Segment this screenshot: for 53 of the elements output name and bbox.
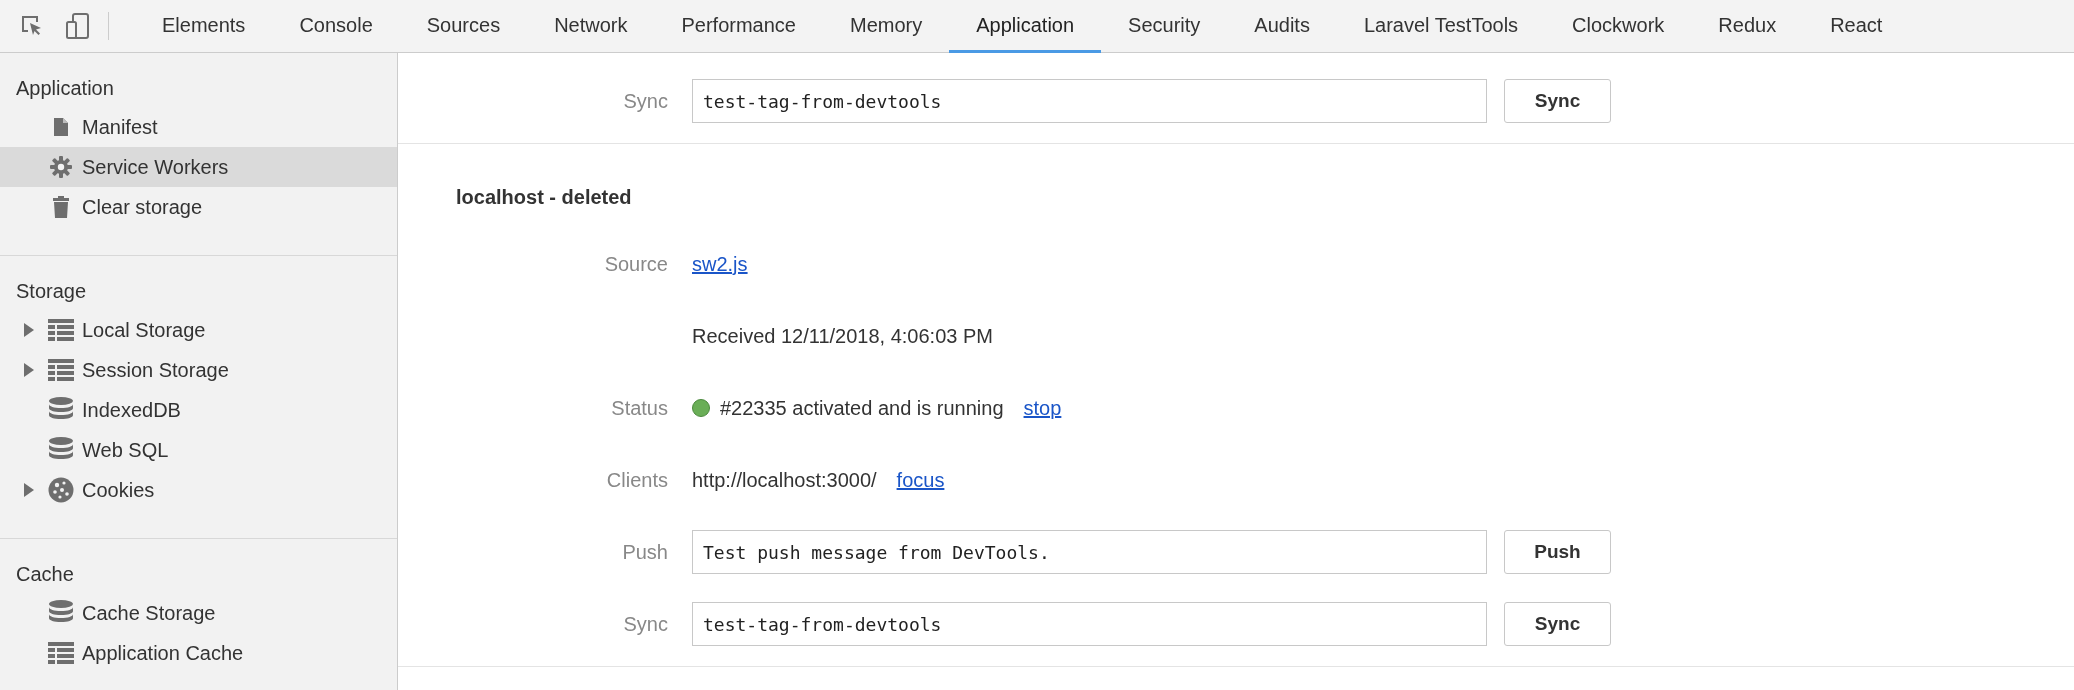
panel-tab[interactable]: Redux — [1691, 0, 1804, 53]
worker-title: localhost - deleted — [455, 185, 633, 210]
field-label: Sync — [623, 612, 668, 635]
input-field[interactable]: test-tag-from-devtools — [692, 602, 1487, 646]
grid-icon — [48, 319, 74, 341]
grid-icon — [48, 359, 74, 381]
panel-tab[interactable]: Sources — [399, 0, 528, 53]
panel-tab[interactable]: Audits — [1227, 0, 1337, 53]
field-label: Source — [604, 252, 668, 275]
panel-tab[interactable]: Laravel TestTools — [1336, 0, 1546, 53]
section-heading: Cache — [15, 562, 75, 587]
stop-link[interactable]: stop — [1023, 396, 1062, 420]
sidebar-item[interactable]: Service Workers — [0, 147, 397, 187]
settings-icon — [50, 156, 72, 178]
panel-tab[interactable]: Console — [272, 0, 400, 53]
field-label: Status — [611, 396, 668, 419]
client-url: http://localhost:3000/ — [692, 468, 877, 492]
panel-tab[interactable]: Memory — [823, 0, 950, 53]
panel-tab[interactable]: Performance — [654, 0, 823, 53]
trash-icon — [52, 196, 70, 218]
action-button[interactable]: Sync — [1504, 79, 1611, 123]
file-icon — [53, 117, 69, 137]
sidebar-item[interactable]: Cookies — [0, 470, 397, 510]
action-button[interactable]: Push — [1504, 530, 1611, 574]
field-label: Push — [622, 540, 668, 563]
section-heading: Storage — [15, 279, 88, 304]
sidebar-item[interactable]: Web SQL — [0, 430, 397, 470]
panel-tab[interactable]: Application — [949, 0, 1102, 53]
section-heading: Application — [15, 76, 115, 101]
input-field[interactable]: test-tag-from-devtools — [692, 79, 1487, 123]
sidebar-item[interactable]: Application Cache — [0, 633, 397, 673]
device-icon[interactable] — [66, 13, 90, 39]
cookie-icon — [48, 477, 74, 503]
field-label: Clients — [606, 468, 668, 491]
sidebar-item[interactable]: Clear storage — [0, 187, 397, 227]
sidebar-item[interactable]: Cache Storage — [0, 593, 397, 633]
grid-icon — [48, 642, 74, 664]
panel-tab[interactable]: React — [1803, 0, 1910, 53]
panel-tab[interactable]: Clockwork — [1545, 0, 1692, 53]
sidebar-item[interactable]: IndexedDB — [0, 390, 397, 430]
focus-link[interactable]: focus — [896, 468, 945, 492]
panel-tab[interactable]: Network — [527, 0, 655, 53]
field-label: Sync — [623, 89, 668, 112]
received-text: Received 12/11/2018, 4:06:03 PM — [692, 324, 993, 348]
action-button[interactable]: Sync — [1504, 602, 1611, 646]
sidebar-item[interactable]: Manifest — [0, 107, 397, 147]
source-link[interactable]: sw2.js — [692, 252, 748, 276]
panel-tab[interactable]: Elements — [135, 0, 273, 53]
input-field[interactable]: Test push message from DevTools. — [692, 530, 1487, 574]
status-text: #22335 activated and is running — [720, 396, 1004, 420]
sidebar-item[interactable]: Session Storage — [0, 350, 397, 390]
sidebar-item[interactable]: Local Storage — [0, 310, 397, 350]
panel-tab[interactable]: Security — [1101, 0, 1228, 53]
